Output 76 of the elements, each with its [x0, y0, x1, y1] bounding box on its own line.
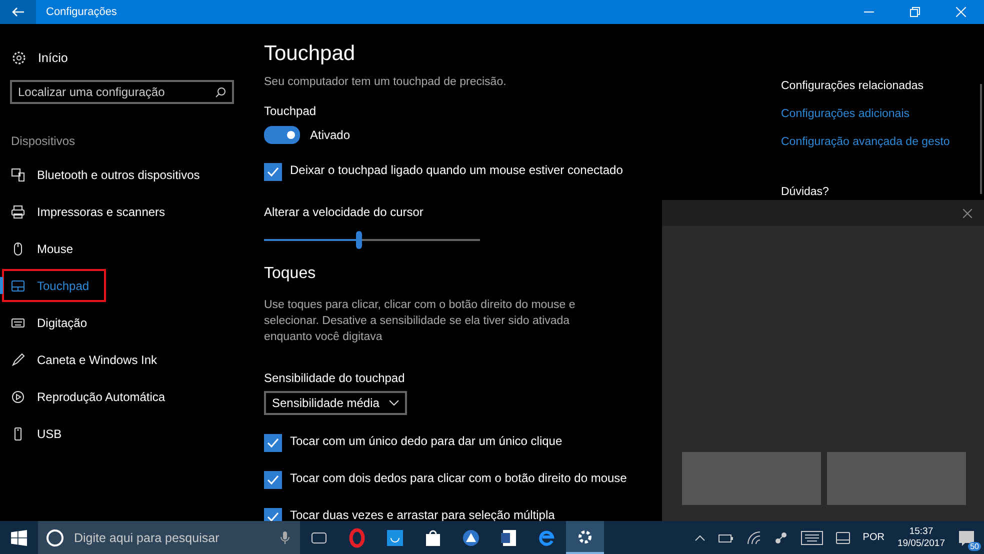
back-button[interactable] [0, 0, 36, 24]
circle-icon [46, 528, 64, 546]
language-indicator[interactable]: POR [862, 532, 884, 543]
checkbox[interactable] [264, 471, 282, 489]
wifi-icon[interactable] [746, 530, 761, 544]
battery-icon[interactable] [718, 532, 734, 544]
taskbar-search-field[interactable]: Digite aqui para pesquisar [38, 521, 300, 554]
nav-item[interactable]: Bluetooth e outros dispositivos [0, 156, 208, 193]
printer-icon [11, 204, 25, 218]
square-app-icon [385, 528, 405, 548]
ring-icon [347, 528, 367, 548]
gear-icon [12, 51, 26, 65]
nav-item[interactable]: USB [0, 415, 108, 452]
home-item[interactable]: Início [0, 46, 68, 70]
back-arrow-icon [12, 7, 24, 17]
speed-slider[interactable] [264, 231, 480, 249]
clock[interactable]: 15:37 19/05/2017 [897, 526, 945, 550]
dropdown-label: Sensibilidade do touchpad [264, 371, 405, 385]
microphone-icon[interactable] [280, 530, 290, 544]
toggle-switch[interactable] [264, 126, 300, 144]
clock-date: 19/05/2017 [897, 538, 945, 550]
nav-item[interactable]: Reprodução Automática [0, 378, 174, 415]
network-icon[interactable] [774, 530, 788, 544]
clock-time: 15:37 [909, 526, 934, 538]
slider-label: Alterar a velocidade do cursor [264, 205, 424, 219]
search-icon [215, 87, 226, 98]
checkmark-icon [267, 512, 279, 521]
close-icon[interactable] [963, 208, 972, 218]
search-field[interactable]: Localizar uma configuração [10, 80, 234, 104]
section-heading: Dispositivos [11, 134, 76, 148]
scrollbar[interactable] [980, 84, 982, 194]
keyboard-icon[interactable] [800, 530, 823, 544]
search-placeholder: Digite aqui para pesquisar [74, 530, 220, 544]
checkbox[interactable] [264, 508, 282, 521]
section-heading: Toques [264, 265, 316, 283]
touchpad-icon[interactable] [836, 532, 850, 544]
nav-item[interactable]: Digitação [0, 304, 108, 341]
checkmark-icon [267, 167, 279, 177]
checkmark-icon [267, 438, 279, 448]
shopping-bag-icon [423, 528, 443, 548]
close-icon [956, 7, 966, 17]
nav-item[interactable]: Mouse [0, 230, 108, 267]
restore-icon [910, 7, 920, 17]
notification-badge: 50 [968, 542, 981, 550]
page-title: Touchpad [264, 42, 356, 66]
round-app-icon [461, 528, 481, 548]
window-title: Configurações [46, 6, 118, 18]
help-heading: Dúvidas? [781, 186, 829, 198]
mouse-icon [11, 242, 25, 256]
checkbox[interactable] [264, 434, 282, 452]
touchpad-icon [11, 278, 25, 292]
checkbox[interactable] [264, 163, 282, 181]
related-heading: Configurações relacionadas [781, 80, 924, 92]
nav-item[interactable]: Caneta e Windows Ink [0, 341, 166, 378]
settings-link[interactable]: Configurações adicionais [781, 108, 910, 120]
checkbox-label: Tocar com um único dedo para dar um único clique [290, 433, 562, 449]
checkmark-icon [267, 475, 279, 485]
sensitivity-dropdown[interactable]: Sensibilidade média [264, 391, 408, 415]
windows-logo-icon [11, 530, 27, 546]
keyboard-icon [11, 316, 25, 330]
taskbar-app-button[interactable] [566, 521, 604, 554]
chevron-up-icon[interactable] [694, 534, 705, 540]
autoplay-icon [11, 390, 25, 404]
checkbox-label: Tocar com dois dedos para clicar com o botão direito do mouse [290, 470, 627, 486]
settings-link[interactable]: Configuração avançada de gesto [781, 136, 950, 148]
document-icon [499, 528, 519, 548]
toggle-label: Ativado [310, 128, 350, 142]
pen-icon [11, 352, 25, 366]
checkbox-label: Deixar o touchpad ligado quando um mouse estiver conectado [290, 162, 623, 178]
description-text: Seu computador tem um touchpad de precisão. [264, 76, 506, 88]
nav-item[interactable]: Touchpad [0, 267, 108, 304]
description-text: Use toques para clicar, clicar com o botão direito do mouse e selecionar. Desative a sensibilidade se ela tiver sido ativada enquanto você digitava [264, 298, 576, 345]
chevron-down-icon [389, 400, 400, 406]
setting-label: Touchpad [264, 104, 316, 118]
devices-icon [11, 168, 25, 182]
nav-item[interactable]: Impressoras e scanners [0, 193, 174, 230]
